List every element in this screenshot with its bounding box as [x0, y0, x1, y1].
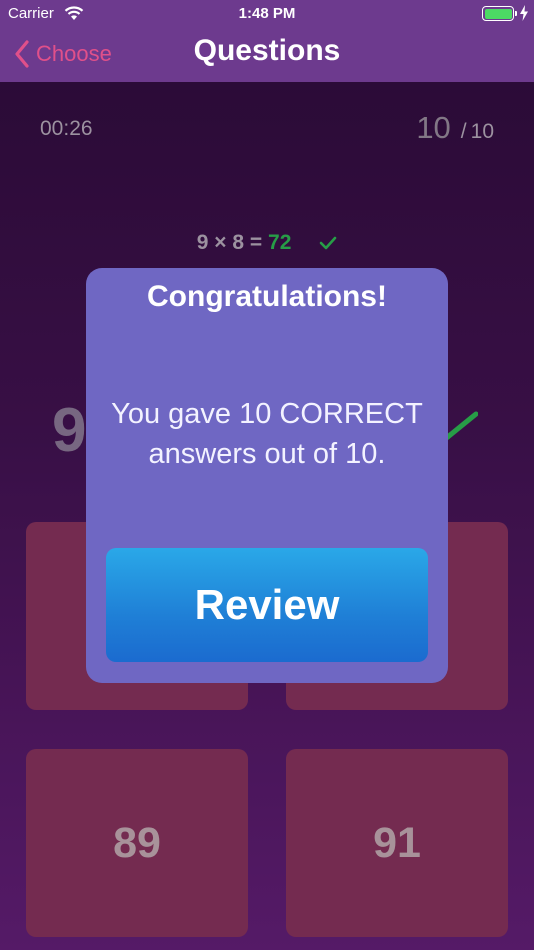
dialog-message-line: You gave 10 CORRECT — [111, 398, 423, 430]
results-dialog: Congratulations! You gave 10 CORRECT ans… — [86, 268, 448, 683]
nav-bar: Choose Questions — [0, 28, 534, 82]
page-title: Questions — [193, 34, 341, 67]
status-time: 1:48 PM — [238, 5, 296, 22]
status-bar: Carrier 1:48 PM — [0, 0, 534, 28]
battery-icon — [482, 6, 517, 21]
dialog-title: Congratulations! — [147, 280, 387, 313]
dialog-message: You gave 10 CORRECT answers out of 10. — [104, 394, 430, 474]
review-button[interactable]: Review — [106, 548, 428, 662]
app-screen: Carrier 1:48 PM Choose Questions 00:26 1… — [0, 0, 534, 950]
dialog-message-line: answers out of 10. — [148, 438, 386, 470]
charging-icon — [520, 5, 528, 21]
